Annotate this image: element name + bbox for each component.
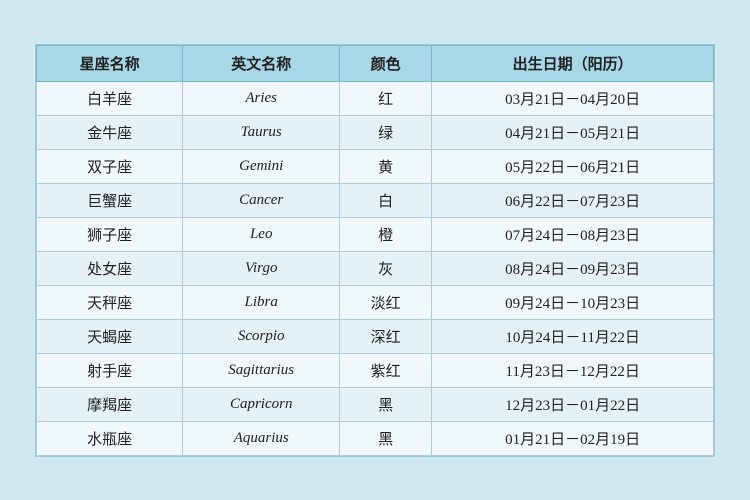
cell-chinese: 白羊座 — [37, 81, 183, 115]
cell-color: 黄 — [340, 149, 432, 183]
cell-color: 紫红 — [340, 353, 432, 387]
table-row: 射手座Sagittarius紫红11月23日－12月22日 — [37, 353, 714, 387]
cell-english: Capricorn — [183, 387, 340, 421]
cell-color: 黑 — [340, 387, 432, 421]
cell-color: 深红 — [340, 319, 432, 353]
cell-dates: 01月21日－02月19日 — [432, 421, 714, 455]
cell-color: 白 — [340, 183, 432, 217]
cell-chinese: 摩羯座 — [37, 387, 183, 421]
cell-dates: 04月21日－05月21日 — [432, 115, 714, 149]
cell-english: Libra — [183, 285, 340, 319]
cell-color: 绿 — [340, 115, 432, 149]
cell-dates: 11月23日－12月22日 — [432, 353, 714, 387]
table-body: 白羊座Aries红03月21日－04月20日金牛座Taurus绿04月21日－0… — [37, 81, 714, 455]
cell-dates: 12月23日－01月22日 — [432, 387, 714, 421]
cell-color: 灰 — [340, 251, 432, 285]
cell-chinese: 狮子座 — [37, 217, 183, 251]
table-row: 天蝎座Scorpio深红10月24日－11月22日 — [37, 319, 714, 353]
cell-english: Scorpio — [183, 319, 340, 353]
cell-english: Gemini — [183, 149, 340, 183]
table-row: 双子座Gemini黄05月22日－06月21日 — [37, 149, 714, 183]
cell-dates: 10月24日－11月22日 — [432, 319, 714, 353]
cell-dates: 06月22日－07月23日 — [432, 183, 714, 217]
table-row: 天秤座Libra淡红09月24日－10月23日 — [37, 285, 714, 319]
cell-chinese: 巨蟹座 — [37, 183, 183, 217]
cell-dates: 05月22日－06月21日 — [432, 149, 714, 183]
table-row: 金牛座Taurus绿04月21日－05月21日 — [37, 115, 714, 149]
cell-dates: 03月21日－04月20日 — [432, 81, 714, 115]
cell-english: Sagittarius — [183, 353, 340, 387]
cell-color: 红 — [340, 81, 432, 115]
cell-color: 橙 — [340, 217, 432, 251]
header-dates: 出生日期（阳历） — [432, 45, 714, 81]
cell-english: Cancer — [183, 183, 340, 217]
cell-dates: 07月24日－08月23日 — [432, 217, 714, 251]
cell-english: Taurus — [183, 115, 340, 149]
table-row: 处女座Virgo灰08月24日－09月23日 — [37, 251, 714, 285]
cell-chinese: 双子座 — [37, 149, 183, 183]
cell-english: Leo — [183, 217, 340, 251]
table-row: 巨蟹座Cancer白06月22日－07月23日 — [37, 183, 714, 217]
table-row: 水瓶座Aquarius黑01月21日－02月19日 — [37, 421, 714, 455]
cell-color: 黑 — [340, 421, 432, 455]
cell-english: Virgo — [183, 251, 340, 285]
table-row: 白羊座Aries红03月21日－04月20日 — [37, 81, 714, 115]
cell-dates: 09月24日－10月23日 — [432, 285, 714, 319]
cell-chinese: 天蝎座 — [37, 319, 183, 353]
cell-english: Aries — [183, 81, 340, 115]
table-row: 狮子座Leo橙07月24日－08月23日 — [37, 217, 714, 251]
header-english-name: 英文名称 — [183, 45, 340, 81]
table-row: 摩羯座Capricorn黑12月23日－01月22日 — [37, 387, 714, 421]
cell-dates: 08月24日－09月23日 — [432, 251, 714, 285]
cell-english: Aquarius — [183, 421, 340, 455]
zodiac-table-container: 星座名称 英文名称 颜色 出生日期（阳历） 白羊座Aries红03月21日－04… — [35, 44, 715, 457]
cell-color: 淡红 — [340, 285, 432, 319]
header-chinese-name: 星座名称 — [37, 45, 183, 81]
cell-chinese: 处女座 — [37, 251, 183, 285]
cell-chinese: 金牛座 — [37, 115, 183, 149]
cell-chinese: 天秤座 — [37, 285, 183, 319]
cell-chinese: 水瓶座 — [37, 421, 183, 455]
cell-chinese: 射手座 — [37, 353, 183, 387]
table-header-row: 星座名称 英文名称 颜色 出生日期（阳历） — [37, 45, 714, 81]
header-color: 颜色 — [340, 45, 432, 81]
zodiac-table: 星座名称 英文名称 颜色 出生日期（阳历） 白羊座Aries红03月21日－04… — [36, 45, 714, 456]
